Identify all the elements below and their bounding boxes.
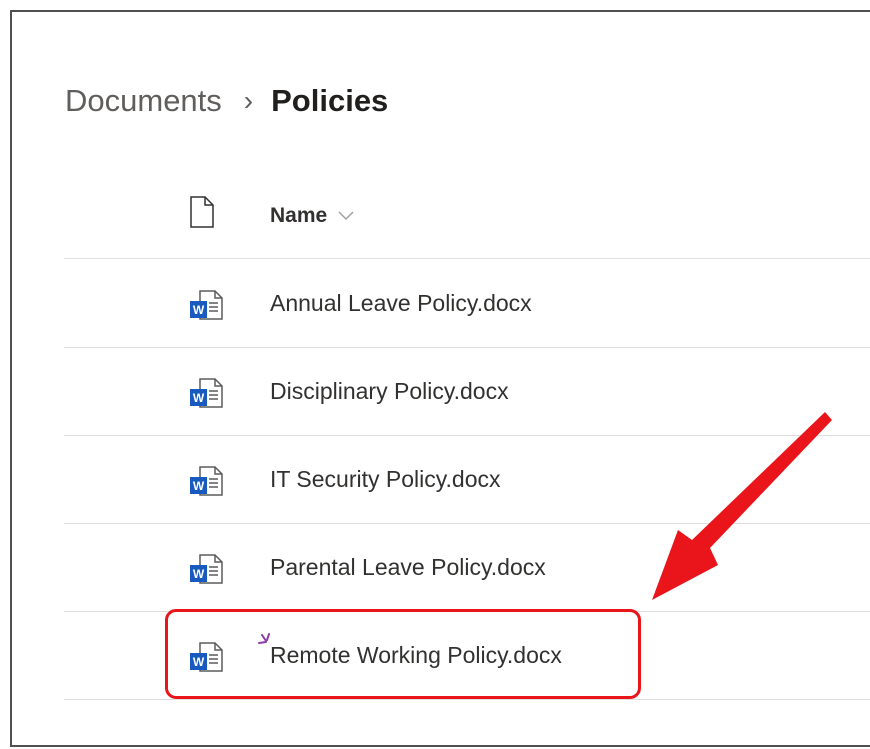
- list-header: Name: [64, 172, 870, 259]
- file-type-column-icon[interactable]: [189, 196, 215, 233]
- file-row[interactable]: W Annual Leave Policy.docx: [64, 259, 870, 348]
- svg-text:W: W: [193, 303, 205, 317]
- svg-text:W: W: [193, 567, 205, 581]
- breadcrumb-current-folder: Policies: [271, 83, 389, 118]
- chevron-down-icon: [337, 204, 355, 228]
- pointer-arrow-icon: [600, 400, 840, 615]
- breadcrumb-separator-icon: ›: [243, 85, 254, 116]
- file-name-link[interactable]: Disciplinary Policy.docx: [270, 347, 509, 435]
- file-name-link[interactable]: Parental Leave Policy.docx: [270, 523, 546, 611]
- svg-text:W: W: [193, 391, 205, 405]
- word-document-icon: W: [188, 289, 224, 326]
- name-column-header[interactable]: Name: [270, 204, 355, 228]
- svg-text:W: W: [193, 479, 205, 493]
- word-document-icon: W: [188, 553, 224, 590]
- word-document-icon: W: [188, 465, 224, 502]
- file-name-link[interactable]: IT Security Policy.docx: [270, 435, 501, 523]
- name-column-label: Name: [270, 204, 328, 227]
- breadcrumb: Documents › Policies: [65, 80, 388, 122]
- file-name-link[interactable]: Annual Leave Policy.docx: [270, 259, 532, 347]
- highlight-box: [165, 609, 641, 699]
- breadcrumb-documents-link[interactable]: Documents: [65, 83, 222, 119]
- word-document-icon: W: [188, 377, 224, 414]
